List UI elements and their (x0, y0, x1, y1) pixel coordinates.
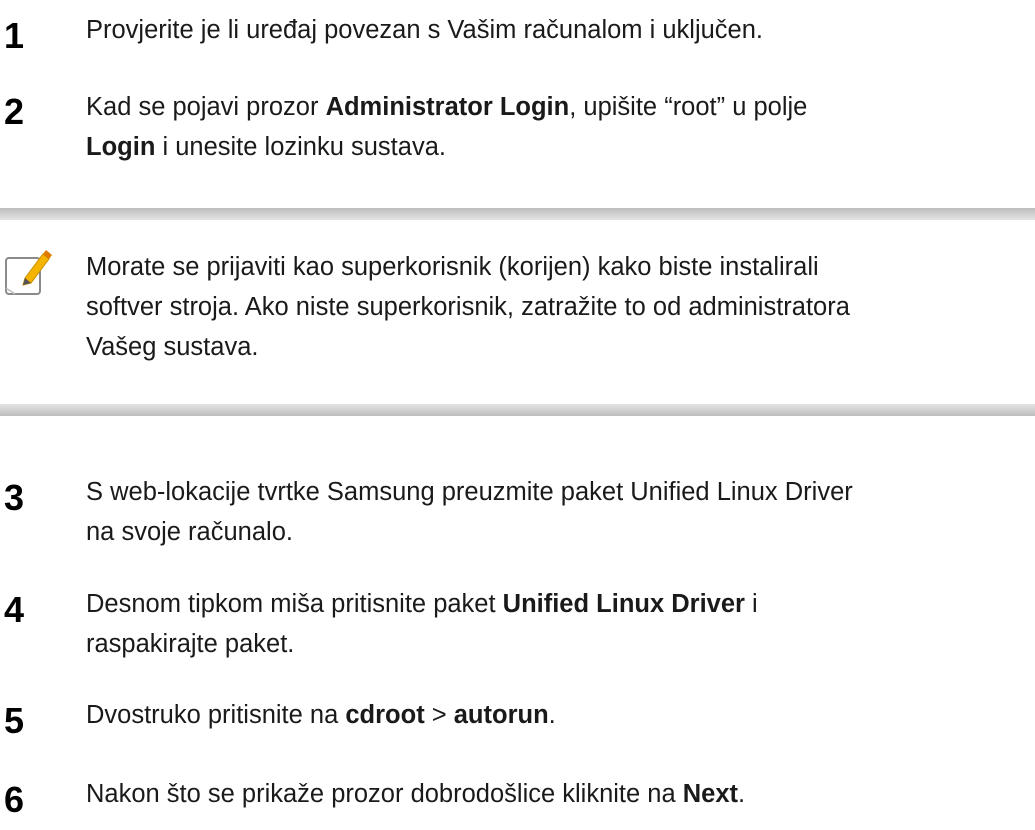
step-text: Dvostruko pritisnite na cdroot > autorun… (86, 695, 1026, 735)
note-box: Morate se prijaviti kao superkorisnik (k… (0, 208, 1035, 416)
step-line: Dvostruko pritisnite na cdroot > autorun… (86, 701, 556, 729)
step-number: 1 (4, 15, 25, 56)
step-4: 4 Desnom tipkom miša pritisnite paket Un… (0, 584, 1035, 674)
step-line: S web-lokacije tvrtke Samsung preuzmite … (86, 478, 853, 506)
step-line: Desnom tipkom miša pritisnite paket Unif… (86, 590, 758, 618)
step-1: 1 Provjerite je li uređaj povezan s Vaši… (0, 10, 1035, 60)
step-text: Provjerite je li uređaj povezan s Vašim … (86, 10, 1026, 50)
step-number: 3 (4, 477, 25, 518)
step-line: raspakirajte paket. (86, 630, 295, 658)
note-line: softver stroja. Ako niste superkorisnik,… (86, 293, 850, 321)
pencil-note-icon (5, 250, 52, 295)
step-text: Nakon što se prikaže prozor dobrodošlice… (86, 774, 1026, 814)
step-line: Nakon što se prikaže prozor dobrodošlice… (86, 780, 746, 808)
step-text: Desnom tipkom miša pritisnite paket Unif… (86, 584, 1026, 664)
note-line: Vašeg sustava. (86, 333, 259, 361)
note-divider-bottom (0, 404, 1035, 416)
step-6: 6 Nakon što se prikaže prozor dobrodošli… (0, 774, 1035, 824)
step-line: Provjerite je li uređaj povezan s Vašim … (86, 16, 764, 44)
step-number: 2 (4, 91, 25, 132)
step-text: Kad se pojavi prozor Administrator Login… (86, 87, 1026, 167)
note-text: Morate se prijaviti kao superkorisnik (k… (86, 247, 1031, 367)
step-number: 4 (4, 589, 25, 630)
step-number: 6 (4, 779, 25, 820)
step-line: na svoje računalo. (86, 518, 293, 546)
step-5: 5 Dvostruko pritisnite na cdroot > autor… (0, 695, 1035, 745)
step-line: Login i unesite lozinku sustava. (86, 133, 446, 161)
step-text: S web-lokacije tvrtke Samsung preuzmite … (86, 472, 1026, 552)
step-2: 2 Kad se pojavi prozor Administrator Log… (0, 87, 1035, 177)
step-3: 3 S web-lokacije tvrtke Samsung preuzmit… (0, 472, 1035, 562)
step-number: 5 (4, 700, 25, 741)
note-line: Morate se prijaviti kao superkorisnik (k… (86, 253, 819, 281)
note-divider-top (0, 208, 1035, 220)
step-line: Kad se pojavi prozor Administrator Login… (86, 93, 808, 121)
